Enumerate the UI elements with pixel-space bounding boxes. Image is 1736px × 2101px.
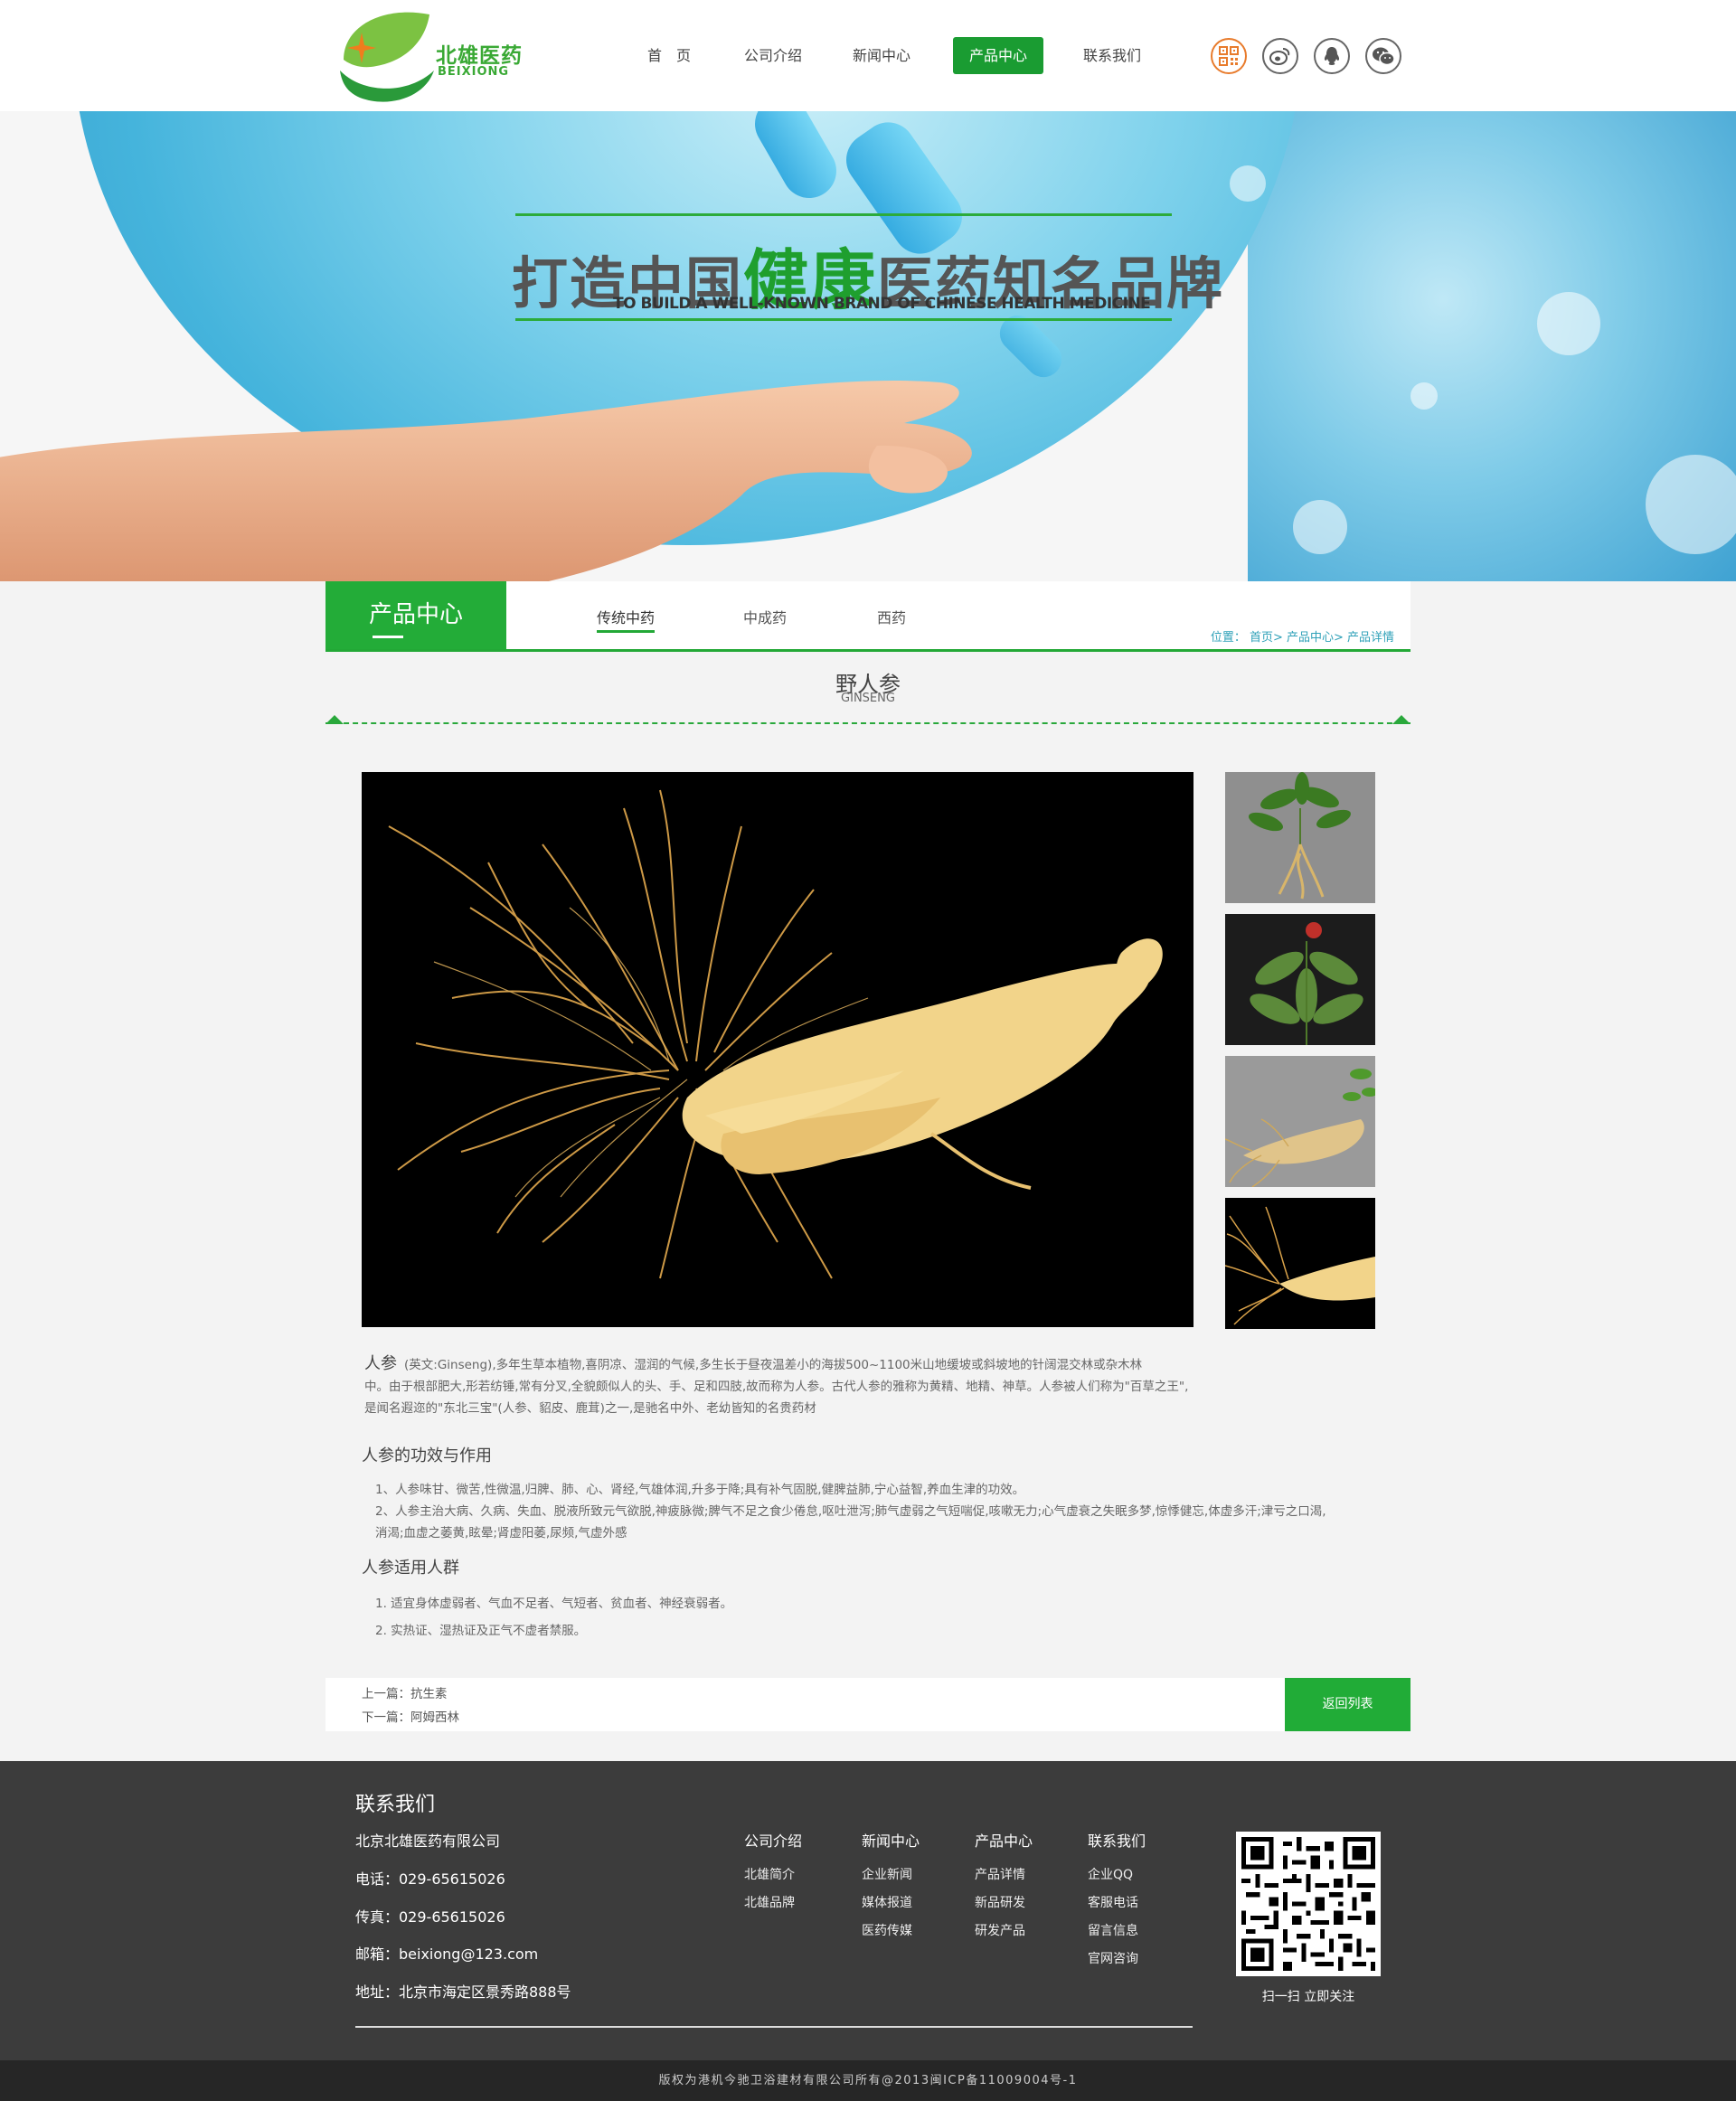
footer-link[interactable]: 新品研发 xyxy=(975,1889,1033,1917)
hero-banner: 打造中国健康医药知名品牌 TO BUILD A WELL-KNOWN BRAND… xyxy=(0,111,1736,581)
footer-link[interactable]: 产品详情 xyxy=(975,1861,1033,1889)
bubble-decoration xyxy=(1646,455,1736,554)
ginseng-root-illustration xyxy=(388,789,1163,1279)
footer-qrcode xyxy=(1236,1832,1381,1976)
product-intro: 人参 (英文:Ginseng),多年生草本植物,喜阴凉、湿润的气候,多生长于昼夜温… xyxy=(364,1353,1368,1419)
nav-products[interactable]: 产品中心 xyxy=(953,37,1043,74)
sub-nav-bar: 产品中心 传统中药 中成药 西药 位置： 首页> 产品中心> 产品详情 xyxy=(326,581,1410,652)
footer-link[interactable]: 官网咨询 xyxy=(1088,1946,1146,1974)
logo-text-cn: 北雄医药 xyxy=(436,44,523,68)
tab-western-medicine[interactable]: 西药 xyxy=(877,606,906,627)
breadcrumb[interactable]: 位置： 首页> 产品中心> 产品详情 xyxy=(1211,627,1394,645)
footer-column-title[interactable]: 产品中心 xyxy=(975,1829,1033,1851)
product-thumbnail[interactable] xyxy=(1225,914,1375,1045)
bubble-decoration xyxy=(1230,165,1266,202)
slogan-rule-bottom xyxy=(515,318,1172,321)
footer-email: 邮箱：beixiong@123.com xyxy=(355,1946,539,1963)
tab-chinese-patent-medicine[interactable]: 中成药 xyxy=(743,606,787,627)
footer-column-title[interactable]: 联系我们 xyxy=(1088,1829,1146,1851)
intro-line: 是闻名遐迩的"东北三宝"(人参、貂皮、鹿茸)之一,是驰名中外、老幼皆知的名贵药材 xyxy=(364,1401,816,1416)
product-thumbnail[interactable] xyxy=(1225,1198,1375,1329)
logo-leaf-icon xyxy=(340,12,434,102)
qrcode-caption: 扫一扫 立即关注 xyxy=(1261,1990,1355,2004)
footer-link[interactable]: 企业新闻 xyxy=(862,1861,920,1889)
effects-heading: 人参的功效与作用 xyxy=(362,1446,492,1465)
divider-triangle-left xyxy=(326,715,344,724)
footer-link[interactable]: 企业QQ xyxy=(1088,1861,1146,1889)
list-item: 2、人参主治大病、久病、失血、脱液所致元气欲脱,神疲脉微;脾气不足之食少倦怠,呕… xyxy=(375,1504,1326,1519)
intro-line: 人参 (英文:Ginseng),多年生草本植物,喜阴凉、湿润的气候,多生长于昼夜温… xyxy=(364,1353,1368,1376)
weibo-icon[interactable] xyxy=(1262,38,1298,74)
footer-divider xyxy=(355,2026,1193,2028)
intro-text: (英文:Ginseng),多年生草本植物,喜阴凉、湿润的气候,多生长于昼夜温差小… xyxy=(404,1358,1143,1372)
footer-link[interactable]: 医药传媒 xyxy=(862,1917,920,1946)
footer-column-about: 公司介绍 北雄简介 北雄品牌 xyxy=(744,1829,802,1917)
nav-home[interactable]: 首 页 xyxy=(624,37,714,74)
footer-contact-title: 联系我们 xyxy=(355,1794,436,1816)
people-list: 1. 适宜身体虚弱者、气血不足者、气短者、贫血者、神经衰弱者。 2. 实热证、湿… xyxy=(375,1590,1356,1644)
logo-text-en: BEIXIONG xyxy=(438,65,510,79)
footer-link[interactable]: 北雄简介 xyxy=(744,1861,802,1889)
footer-link[interactable]: 留言信息 xyxy=(1088,1917,1146,1946)
effects-list: 1、人参味甘、微苦,性微温,归脾、肺、心、肾经,气雄体润,升多于降;具有补气固脱… xyxy=(375,1479,1356,1544)
back-to-list-button[interactable]: 返回列表 xyxy=(1285,1678,1410,1731)
section-title: 产品中心 xyxy=(326,581,506,649)
next-article-link[interactable]: 下一篇：阿姆西林 xyxy=(362,1707,459,1725)
product-title-en: GINSENG xyxy=(841,692,895,705)
qrcode-icon[interactable] xyxy=(1211,38,1247,74)
list-item: 消渴;血虚之萎黄,眩晕;肾虚阳萎,尿频,气虚外感 xyxy=(375,1526,627,1540)
bubble-decoration xyxy=(1537,292,1600,355)
product-thumbnail[interactable] xyxy=(1225,1056,1375,1187)
footer-link[interactable]: 媒体报道 xyxy=(862,1889,920,1917)
qrcode-icon xyxy=(1241,1837,1375,1971)
bubble-decoration xyxy=(1410,382,1438,410)
footer-fax: 传真：029-65615026 xyxy=(355,1908,505,1926)
prev-article-link[interactable]: 上一篇：抗生素 xyxy=(362,1683,448,1701)
banner-slogan-en: TO BUILD A WELL-KNOWN BRAND OF CHINESE H… xyxy=(613,295,1151,313)
title-divider xyxy=(326,722,1410,724)
bubble-decoration xyxy=(1293,500,1347,554)
product-main-image xyxy=(362,772,1194,1327)
article-pager: 上一篇：抗生素 下一篇：阿姆西林 返回列表 xyxy=(326,1678,1410,1731)
list-item: 2. 实热证、湿热证及正气不虚者禁服。 xyxy=(375,1624,587,1638)
footer-link[interactable]: 研发产品 xyxy=(975,1917,1033,1946)
footer-column-products: 产品中心 产品详情 新品研发 研发产品 xyxy=(975,1829,1033,1946)
divider-triangle-right xyxy=(1392,715,1410,724)
footer-column-news: 新闻中心 企业新闻 媒体报道 医药传媒 xyxy=(862,1829,920,1946)
intro-term: 人参 xyxy=(364,1354,397,1373)
product-thumbnail[interactable] xyxy=(1225,772,1375,903)
site-footer: 联系我们 北京北雄医药有限公司 电话：029-65615026 传真：029-6… xyxy=(0,1761,1736,2060)
footer-phone: 电话：029-65615026 xyxy=(355,1870,505,1888)
people-heading: 人参适用人群 xyxy=(362,1559,459,1578)
qq-icon[interactable] xyxy=(1314,38,1350,74)
footer-column-contact: 联系我们 企业QQ 客服电话 留言信息 官网咨询 xyxy=(1088,1829,1146,1974)
footer-link[interactable]: 北雄品牌 xyxy=(744,1889,802,1917)
slogan-rule-top xyxy=(515,213,1172,216)
footer-column-title[interactable]: 新闻中心 xyxy=(862,1829,920,1851)
list-item: 1、人参味甘、微苦,性微温,归脾、肺、心、肾经,气雄体润,升多于降;具有补气固脱… xyxy=(375,1483,1025,1497)
copyright-bar: 版权为港机今驰卫浴建材有限公司所有@2013闽ICP备11009004号-1 xyxy=(0,2060,1736,2101)
tab-traditional-medicine[interactable]: 传统中药 xyxy=(597,606,656,633)
wechat-icon[interactable] xyxy=(1365,38,1401,74)
nav-about[interactable]: 公司介绍 xyxy=(728,37,818,74)
footer-address: 地址：北京市海定区景秀路888号 xyxy=(355,1983,571,2001)
nav-contact[interactable]: 联系我们 xyxy=(1067,37,1157,74)
footer-link[interactable]: 客服电话 xyxy=(1088,1889,1146,1917)
nav-news[interactable]: 新闻中心 xyxy=(836,37,927,74)
footer-column-title[interactable]: 公司介绍 xyxy=(744,1829,802,1851)
footer-company: 北京北雄医药有限公司 xyxy=(355,1832,501,1850)
site-header: 北雄医药 BEIXIONG 首 页 公司介绍 新闻中心 产品中心 联系我们 xyxy=(0,0,1736,111)
hand-illustration xyxy=(0,381,972,581)
intro-line: 中。由于根部肥大,形若纺锤,常有分叉,全貌颇似人的头、手、足和四肢,故而称为人参… xyxy=(364,1380,1189,1394)
logo[interactable]: 北雄医药 BEIXIONG xyxy=(335,7,533,105)
list-item: 1. 适宜身体虚弱者、气血不足者、气短者、贫血者、神经衰弱者。 xyxy=(375,1597,733,1611)
